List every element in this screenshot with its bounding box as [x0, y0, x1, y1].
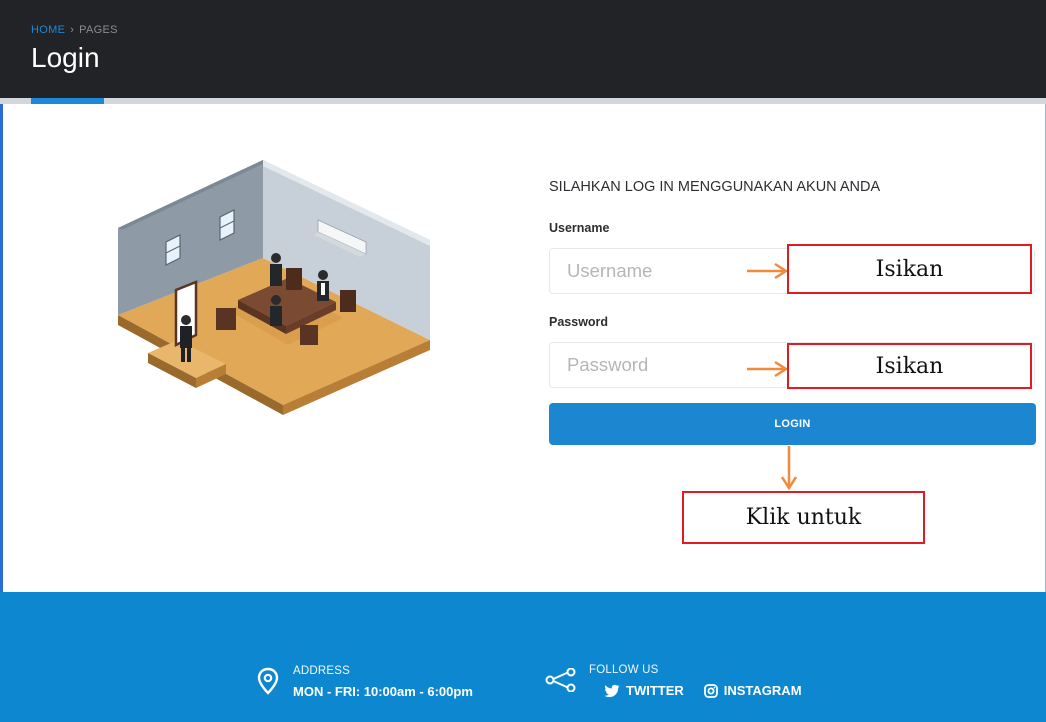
location-pin-icon — [257, 667, 279, 695]
footer-address-label: ADDRESS — [293, 665, 350, 677]
footer-follow-label: FOLLOW US — [589, 664, 659, 676]
twitter-icon — [604, 684, 620, 697]
share-icon — [545, 668, 576, 692]
username-annotation: Isikan — [787, 244, 1032, 294]
header-divider — [0, 98, 1046, 104]
footer-address-value: MON - FRI: 10:00am - 6:00pm — [293, 684, 473, 699]
office-room-illustration — [118, 160, 430, 415]
breadcrumb-separator: › — [70, 24, 75, 36]
arrow-right-icon — [747, 262, 789, 280]
instagram-label: INSTAGRAM — [723, 683, 802, 698]
page-header: HOME › PAGES Login — [0, 0, 1046, 98]
password-label: Password — [549, 315, 609, 329]
arrow-right-icon — [747, 360, 789, 378]
arrow-down-icon — [780, 446, 798, 491]
breadcrumb-pages-link[interactable]: PAGES — [79, 24, 118, 36]
instagram-icon — [703, 683, 718, 698]
login-form-heading: SILAHKAN LOG IN MENGGUNAKAN AKUN ANDA — [549, 179, 881, 195]
login-button[interactable]: LOGIN — [549, 403, 1036, 445]
password-annotation: Isikan — [787, 343, 1032, 389]
login-annotation: Klik untuk — [682, 491, 925, 544]
twitter-link[interactable]: TWITTER — [604, 683, 684, 698]
username-label: Username — [549, 221, 610, 235]
instagram-link[interactable]: INSTAGRAM — [703, 683, 802, 698]
breadcrumb: HOME › PAGES — [31, 24, 118, 36]
page-footer — [0, 592, 1046, 722]
page-title: Login — [31, 42, 100, 73]
social-links: TWITTER INSTAGRAM — [604, 683, 802, 698]
breadcrumb-home-link[interactable]: HOME — [31, 24, 65, 36]
twitter-label: TWITTER — [626, 683, 684, 698]
header-divider-accent — [31, 98, 104, 104]
